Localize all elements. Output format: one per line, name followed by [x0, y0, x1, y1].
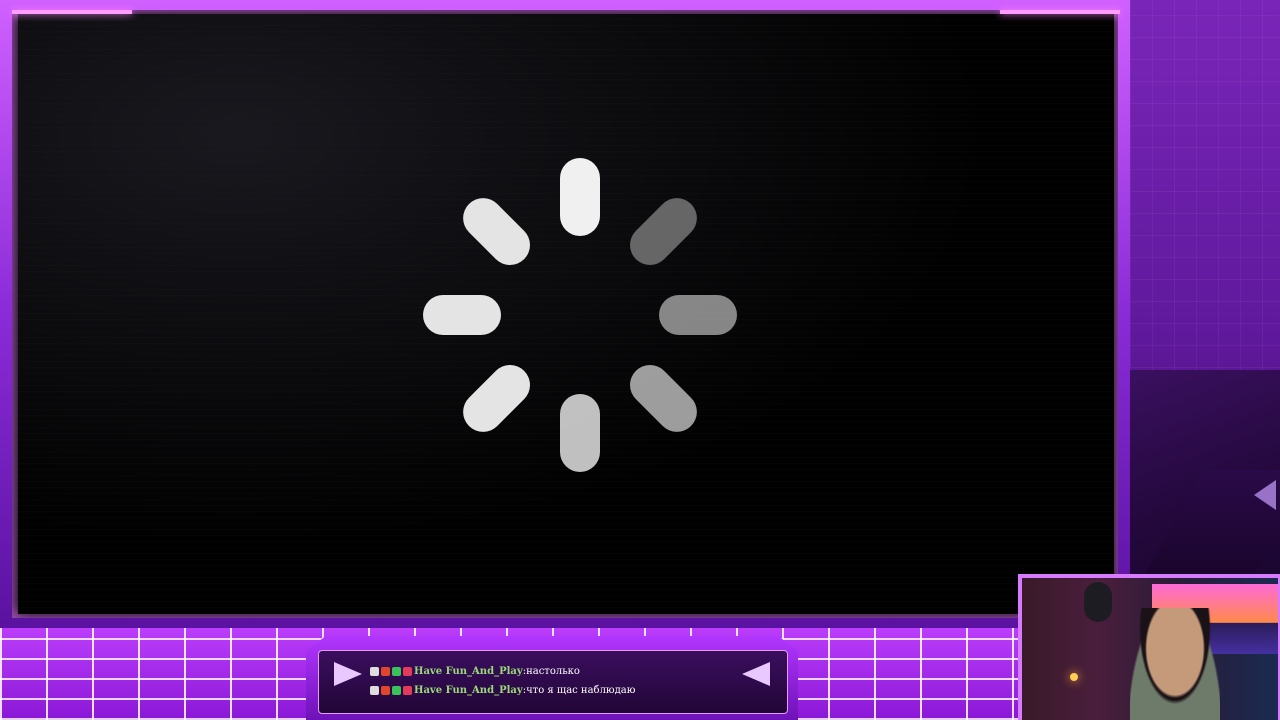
game-screen[interactable]	[18, 14, 1114, 614]
triangle-left-icon	[1254, 480, 1276, 510]
chevron-right-icon	[334, 662, 362, 686]
badge-icon	[392, 686, 401, 695]
candle-light	[1070, 673, 1078, 681]
badge-icon	[370, 686, 379, 695]
headphones-icon	[1084, 582, 1112, 622]
chat-message: Have Fun_And_Play: настолько	[370, 662, 750, 681]
badge-icon	[392, 667, 401, 676]
spinner-spoke	[560, 394, 600, 472]
badge-icon	[381, 667, 390, 676]
frame-corner-accent	[1000, 10, 1120, 14]
chat-username[interactable]: Have Fun_And_Play	[414, 666, 523, 677]
chat-messages: Have Fun_And_Play: настолько Have Fun_An…	[370, 662, 750, 700]
spinner-spoke	[659, 295, 737, 335]
spinner-spoke	[560, 158, 600, 236]
badge-icon	[370, 667, 379, 676]
chat-text: что я щас наблюдаю	[526, 685, 636, 696]
chat-text: настолько	[526, 666, 580, 677]
webcam-feed	[1022, 578, 1278, 720]
badge-icon	[381, 686, 390, 695]
chat-username[interactable]: Have Fun_And_Play	[414, 685, 523, 696]
badge-icon	[403, 686, 412, 695]
streamer	[1130, 608, 1220, 720]
spinner-spoke	[423, 295, 501, 335]
chat-message: Have Fun_And_Play: что я щас наблюдаю	[370, 681, 750, 700]
badge-icon	[403, 667, 412, 676]
frame-corner-accent	[12, 10, 132, 14]
